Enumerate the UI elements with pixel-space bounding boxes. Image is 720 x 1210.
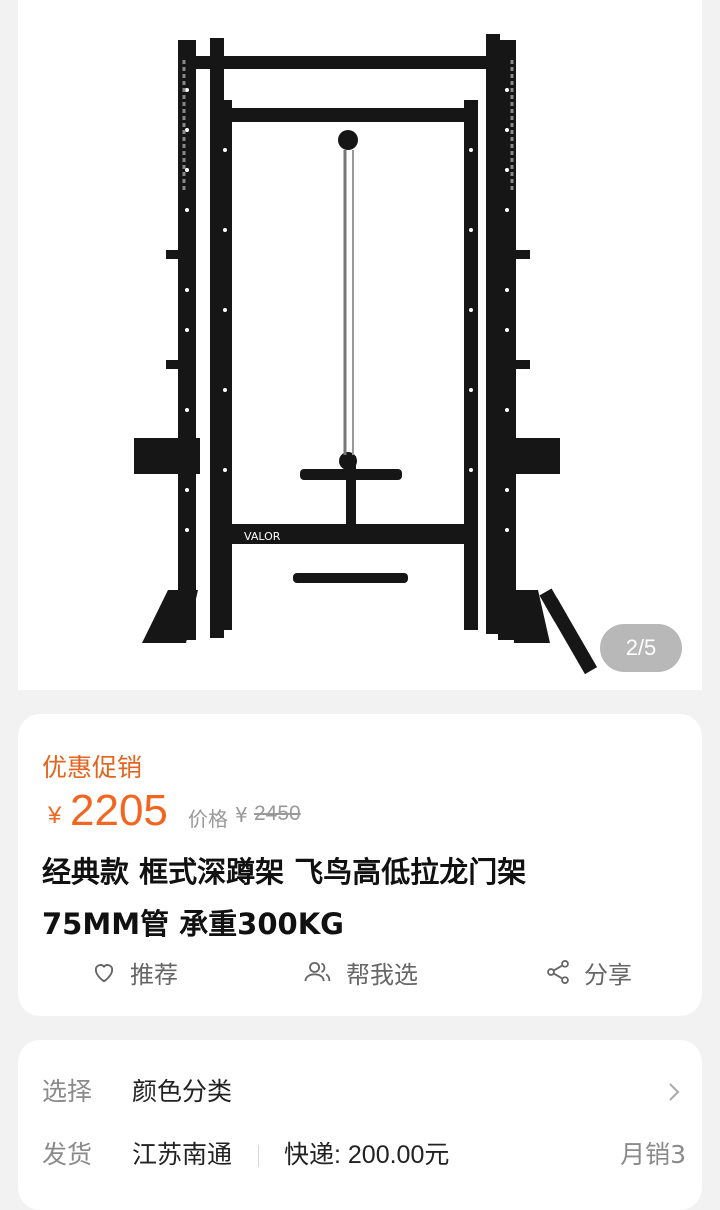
product-image-gallery[interactable]: VALOR 2/5 (18, 0, 702, 690)
product-info-card: 优惠促销 ¥ 2205 价格 ¥ 2450 经典款 框式深蹲架 飞鸟高低拉龙门架… (18, 714, 702, 1016)
price-row: ¥ 2205 价格 ¥ 2450 (42, 786, 642, 836)
people-icon (304, 961, 331, 982)
currency-symbol: ¥ (48, 802, 62, 829)
help-choose-label: 帮我选 (346, 960, 418, 989)
recommend-button[interactable]: 推荐 (90, 950, 178, 994)
chevron-right-icon (669, 1083, 680, 1101)
share-label: 分享 (584, 960, 632, 989)
spec-card: 选择 颜色分类 发货 江苏南通 快递: 200.00元 月销3 (18, 1040, 702, 1210)
express-fee: 快递: 200.00元 (284, 1141, 450, 1169)
ship-from-location: 江苏南通 (132, 1140, 233, 1169)
product-title-line-2: 75MM管 承重300KG (42, 907, 344, 941)
separator (258, 1145, 259, 1167)
rack-brand-label: VALOR (244, 530, 281, 543)
image-page-indicator: 2/5 (600, 624, 682, 672)
current-price: 2205 (70, 786, 168, 835)
original-currency-symbol: ¥ (235, 803, 248, 827)
shipping-row: 发货 江苏南通 快递: 200.00元 月销3 (42, 1135, 686, 1175)
original-price-label: 价格 (188, 807, 228, 831)
product-title-line-1: 经典款 框式深蹲架 飞鸟高低拉龙门架 (42, 855, 527, 889)
power-rack-image: VALOR (134, 34, 598, 675)
heart-icon (94, 964, 114, 983)
help-choose-button[interactable]: 帮我选 (302, 950, 418, 994)
recommend-label: 推荐 (130, 960, 178, 989)
select-label: 选择 (42, 1077, 93, 1106)
promo-label: 优惠促销 (42, 753, 143, 782)
select-value: 颜色分类 (132, 1077, 233, 1106)
monthly-sales: 月销3 (620, 1140, 686, 1169)
action-bar: 推荐 帮我选 分享 (18, 950, 702, 994)
select-option-row[interactable]: 选择 颜色分类 (42, 1072, 682, 1112)
original-price: 2450 (254, 802, 301, 825)
share-button[interactable]: 分享 (544, 950, 632, 994)
product-title: 经典款 框式深蹲架 飞鸟高低拉龙门架 75MM管 承重300KG (42, 846, 642, 950)
shipping-label: 发货 (42, 1140, 93, 1169)
share-icon (547, 959, 569, 985)
